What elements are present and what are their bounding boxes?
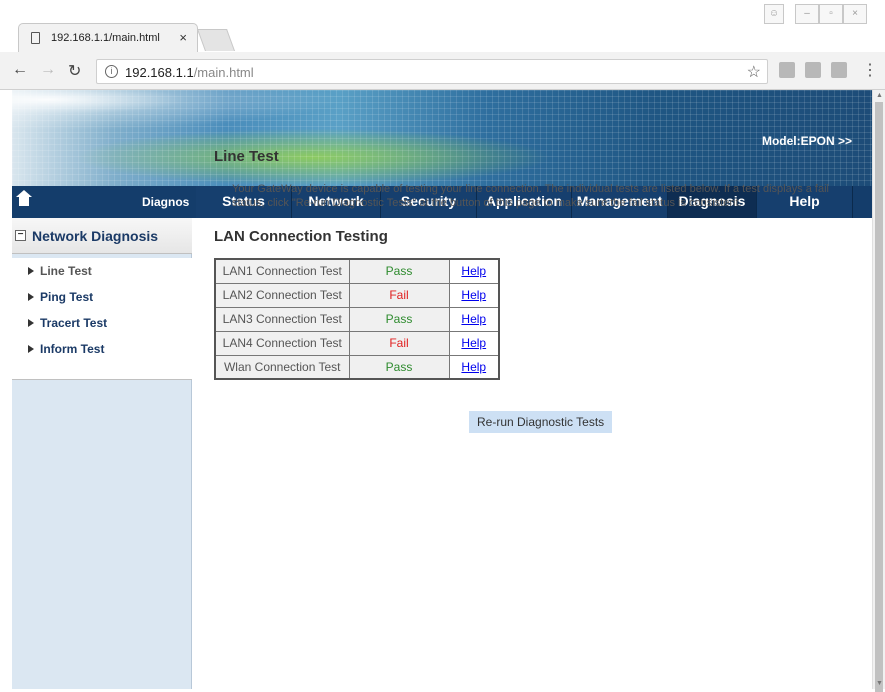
url-text: 192.168.1.1/main.html — [125, 65, 254, 80]
test-result: Fail — [348, 282, 450, 308]
sidebar-item-tracert-test[interactable]: Tracert Test — [28, 316, 107, 330]
table-row: LAN3 Connection Test Pass Help — [214, 306, 500, 332]
help-cell: Help — [448, 306, 500, 332]
sidebar: − Network Diagnosis Line Test Ping Test … — [12, 218, 192, 689]
lan-test-table: LAN1 Connection Test Pass Help LAN2 Conn… — [214, 258, 500, 380]
sidebar-header[interactable]: − Network Diagnosis — [12, 218, 192, 254]
maximize-button[interactable]: ▫ — [819, 4, 843, 24]
info-icon[interactable]: i — [105, 65, 118, 78]
help-link[interactable]: Help — [461, 336, 486, 350]
extension-icon[interactable] — [779, 62, 795, 78]
model-link[interactable]: Model:EPON >> — [762, 134, 852, 148]
forward-icon[interactable]: → — [40, 61, 56, 79]
pdf-extension-icon[interactable] — [831, 62, 847, 78]
help-link[interactable]: Help — [461, 312, 486, 326]
extension-icon[interactable] — [805, 62, 821, 78]
menu-icon[interactable]: ⋮ — [862, 60, 878, 80]
browser-toolbar: ← → ↻ i 192.168.1.1/main.html ☆ — [0, 52, 885, 90]
table-row: LAN2 Connection Test Fail Help — [214, 282, 500, 308]
triangle-right-icon — [28, 267, 34, 275]
test-name: LAN3 Connection Test — [214, 306, 350, 332]
test-result: Fail — [348, 330, 450, 356]
address-bar[interactable]: i 192.168.1.1/main.html ☆ — [96, 59, 768, 84]
minimize-button[interactable]: – — [795, 4, 819, 24]
scroll-up-icon[interactable]: ▲ — [876, 92, 883, 99]
triangle-right-icon — [28, 319, 34, 327]
home-cell[interactable]: Diagnos — [12, 186, 192, 218]
star-icon[interactable]: ☆ — [747, 62, 761, 82]
home-icon[interactable] — [16, 190, 32, 209]
home-breadcrumb: Diagnos — [142, 195, 190, 209]
sidebar-item-line-test[interactable]: Line Test — [28, 264, 92, 278]
scroll-down-icon[interactable]: ▼ — [876, 680, 883, 687]
test-name: LAN2 Connection Test — [214, 282, 350, 308]
triangle-right-icon — [28, 345, 34, 353]
new-tab-button[interactable] — [196, 29, 236, 51]
page-title: Line Test — [214, 148, 279, 165]
page-icon — [31, 32, 40, 44]
test-name: LAN4 Connection Test — [214, 330, 350, 356]
profile-icon[interactable]: ☺ — [764, 4, 784, 24]
help-link[interactable]: Help — [461, 288, 486, 302]
test-name: Wlan Connection Test — [214, 354, 350, 380]
banner: Model:EPON >> — [12, 90, 872, 186]
help-link[interactable]: Help — [461, 264, 486, 278]
triangle-right-icon — [28, 293, 34, 301]
test-result: Pass — [348, 306, 450, 332]
test-name: LAN1 Connection Test — [214, 258, 350, 284]
close-window-button[interactable]: × — [843, 4, 867, 24]
sidebar-title: Network Diagnosis — [32, 228, 159, 244]
help-cell: Help — [448, 330, 500, 356]
banner-pattern — [12, 90, 872, 186]
section-title: LAN Connection Testing — [214, 228, 388, 245]
help-link[interactable]: Help — [461, 360, 486, 374]
scrollbar-thumb[interactable] — [875, 102, 883, 692]
help-cell: Help — [448, 258, 500, 284]
browser-tabstrip: 192.168.1.1/main.html × ☺ – ▫ × — [0, 0, 885, 52]
table-row: LAN1 Connection Test Pass Help — [214, 258, 500, 284]
rerun-diagnostic-button[interactable]: Re-run Diagnostic Tests — [469, 411, 613, 433]
sidebar-item-inform-test[interactable]: Inform Test — [28, 342, 104, 356]
tab-close-icon[interactable]: × — [179, 30, 187, 45]
collapse-icon[interactable]: − — [15, 230, 26, 241]
sidebar-list: Line Test Ping Test Tracert Test Inform … — [12, 258, 192, 380]
sidebar-item-ping-test[interactable]: Ping Test — [28, 290, 93, 304]
description-text: Your GateWay device is capable of testin… — [232, 183, 829, 209]
table-row: LAN4 Connection Test Fail Help — [214, 330, 500, 356]
browser-tab[interactable]: 192.168.1.1/main.html × — [18, 23, 198, 52]
help-cell: Help — [448, 282, 500, 308]
table-row: Wlan Connection Test Pass Help — [214, 354, 500, 380]
help-cell: Help — [448, 354, 500, 380]
test-result: Pass — [348, 354, 450, 380]
scrollbar[interactable]: ▲ ▼ — [872, 90, 885, 692]
router-page: Model:EPON >> Diagnos Status Network Sec… — [12, 90, 872, 689]
reload-icon[interactable]: ↻ — [68, 61, 81, 81]
tab-title: 192.168.1.1/main.html — [51, 32, 160, 44]
test-result: Pass — [348, 258, 450, 284]
back-icon[interactable]: ← — [12, 61, 28, 79]
